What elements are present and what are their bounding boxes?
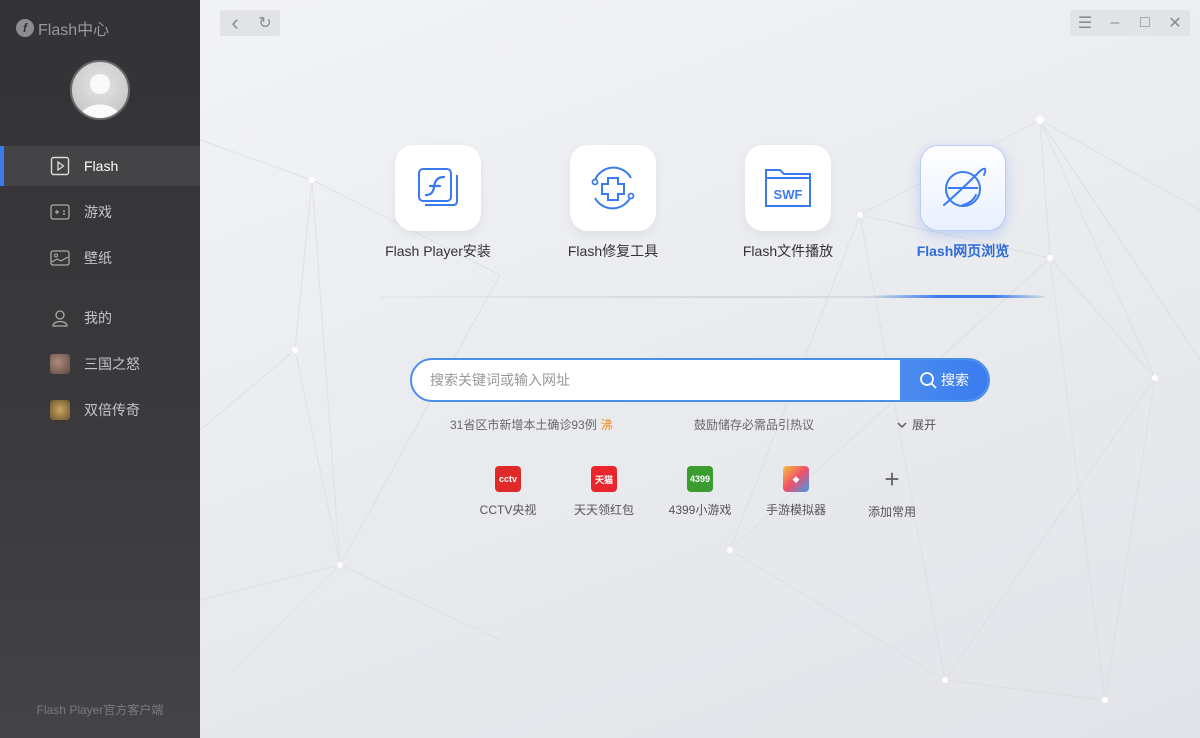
plus-icon: +: [884, 463, 900, 494]
expand-button[interactable]: 展开: [896, 416, 936, 433]
chevron-down-icon: [897, 422, 907, 428]
search-button-label: 搜索: [941, 372, 969, 388]
navigation-buttons: ‹ ↻: [220, 10, 280, 36]
sidebar-item-wallpaper[interactable]: 壁纸: [0, 238, 200, 278]
wallpaper-icon: [50, 248, 70, 268]
app-logo-text: Flash中心: [38, 22, 110, 39]
sidebar-item-label: Flash: [84, 158, 119, 174]
main-panel: ‹ ↻ ☰ – □ ✕ Flash Player安装 Flash修复工具 SWF…: [200, 0, 1200, 738]
search-button[interactable]: 搜索: [900, 360, 988, 400]
repair-icon: [591, 166, 635, 210]
emulator-icon: ◆: [783, 466, 809, 492]
tool-label: Flash Player安装: [385, 243, 491, 259]
tool-label: Flash网页浏览: [916, 243, 1010, 259]
close-button[interactable]: ✕: [1160, 10, 1190, 36]
sidebar-item-sanguo[interactable]: 三国之怒: [0, 344, 200, 384]
refresh-button[interactable]: ↻: [250, 10, 280, 36]
sidebar-item-games[interactable]: 游戏: [0, 192, 200, 232]
search-icon: [920, 372, 937, 389]
menu-button[interactable]: ☰: [1070, 10, 1100, 36]
hot-search-text: 31省区市新增本土确诊93例: [450, 418, 597, 432]
swf-file-icon: SWF: [765, 169, 811, 207]
sidebar: f Flash中心 Flash 游戏 壁纸 我的 三国之怒 双倍传奇 Flash…: [0, 0, 200, 738]
site-label: CCTV央视: [479, 503, 537, 517]
flash-install-icon: [418, 168, 458, 206]
game-thumb-icon: [50, 400, 70, 420]
app-logo: f Flash中心: [16, 16, 109, 40]
sidebar-item-chuanqi[interactable]: 双倍传奇: [0, 390, 200, 430]
search-bar: 搜索: [410, 358, 990, 402]
flash-logo-icon: f: [16, 19, 34, 37]
minimize-button[interactable]: –: [1100, 10, 1130, 36]
hot-search-text: 鼓励储存必需品引热议: [694, 418, 815, 432]
4399-icon: 4399: [687, 466, 713, 492]
maximize-button[interactable]: □: [1130, 10, 1160, 36]
site-4399[interactable]: 4399 4399小游戏: [660, 466, 740, 518]
site-cctv[interactable]: cctv CCTV央视: [468, 466, 548, 518]
tool-flash-repair[interactable]: Flash修复工具: [553, 145, 673, 261]
user-silhouette-icon: [80, 74, 120, 118]
avatar[interactable]: [70, 60, 130, 120]
hot-search-item[interactable]: 鼓励储存必需品引热议: [694, 416, 814, 433]
browser-icon: [943, 167, 987, 207]
hot-badge: 沸: [600, 418, 613, 432]
sidebar-item-label: 三国之怒: [84, 356, 140, 372]
site-add[interactable]: + 添加常用: [852, 463, 932, 520]
gamepad-icon: [50, 202, 70, 222]
sidebar-footer: Flash Player官方客户端: [36, 703, 164, 717]
tool-flash-player-install[interactable]: Flash Player安装: [378, 145, 498, 261]
window-controls: ☰ – □ ✕: [1070, 10, 1190, 36]
cctv-icon: cctv: [495, 466, 521, 492]
tool-flash-file-play[interactable]: SWF Flash文件播放: [728, 145, 848, 261]
sidebar-item-label: 我的: [84, 310, 112, 326]
back-button[interactable]: ‹: [220, 10, 250, 36]
site-label: 手游模拟器: [765, 503, 826, 517]
hot-search-item[interactable]: 31省区市新增本土确诊93例沸: [450, 416, 613, 433]
sidebar-item-flash[interactable]: Flash: [0, 146, 200, 186]
site-emulator[interactable]: ◆ 手游模拟器: [756, 466, 836, 518]
sidebar-item-label: 游戏: [84, 204, 112, 220]
play-icon: [50, 156, 70, 176]
active-tab-indicator: [870, 295, 1045, 298]
tool-flash-web-browse[interactable]: Flash网页浏览: [903, 145, 1023, 261]
tool-label: Flash修复工具: [567, 243, 659, 259]
redpacket-icon: 天猫: [591, 466, 617, 492]
game-thumb-icon: [50, 354, 70, 374]
svg-text:SWF: SWF: [774, 187, 803, 202]
site-label: 4399小游戏: [668, 503, 732, 517]
sidebar-item-label: 双倍传奇: [84, 402, 140, 418]
site-redpacket[interactable]: 天猫 天天领红包: [564, 466, 644, 518]
sidebar-item-label: 壁纸: [84, 250, 112, 266]
tool-label: Flash文件播放: [742, 243, 834, 259]
expand-label: 展开: [912, 418, 937, 432]
site-label: 添加常用: [867, 505, 916, 519]
search-input[interactable]: [412, 360, 900, 400]
sidebar-item-mine[interactable]: 我的: [0, 298, 200, 338]
site-label: 天天领红包: [573, 503, 634, 517]
user-icon: [50, 308, 70, 328]
